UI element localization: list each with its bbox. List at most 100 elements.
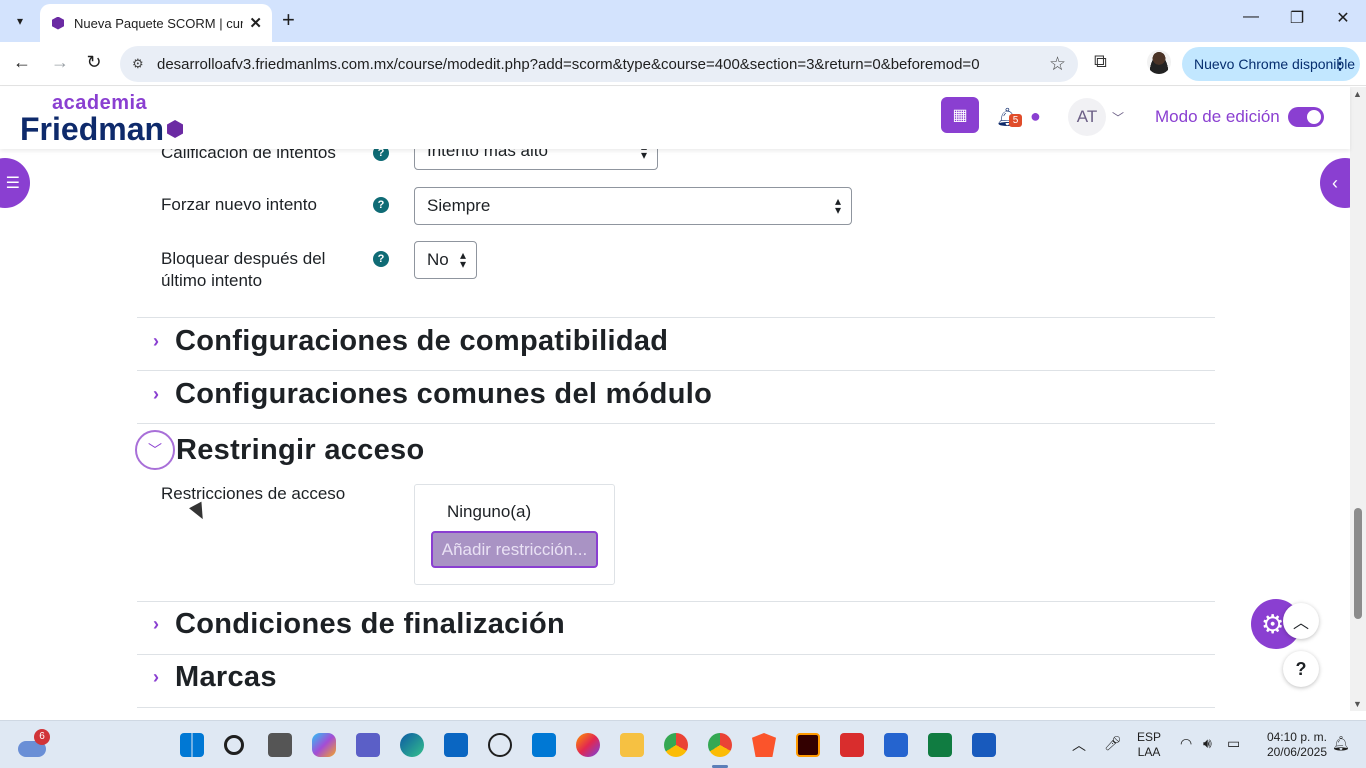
profile-avatar-icon[interactable] [1147, 50, 1171, 74]
section-title: Configuraciones comunes del módulo [175, 378, 713, 410]
edit-mode-label: Modo de edición [1155, 107, 1280, 126]
tab-title: Nueva Paquete SCORM | curso [74, 15, 244, 31]
user-menu-chevron-icon[interactable]: ﹀ [1112, 109, 1124, 126]
chevron-right-icon: › [153, 384, 159, 404]
help-icon[interactable]: ? [373, 149, 389, 161]
task-view-icon[interactable] [268, 733, 292, 757]
new-tab-button[interactable]: + [282, 8, 295, 32]
course-index-drawer-button[interactable]: ☰ [0, 158, 30, 208]
weather-widget[interactable]: 6 [18, 729, 50, 759]
force-new-attempt-value: Siempre [427, 196, 491, 215]
logo-main-text: Friedman [20, 111, 165, 147]
system-clock[interactable]: 04:10 p. m. 20/06/2025 [1257, 730, 1327, 760]
restore-icon[interactable]: ❐ [1282, 8, 1312, 28]
tab-close-icon[interactable]: ✕ [249, 14, 262, 32]
back-arrow-icon[interactable]: ← [10, 52, 34, 73]
scrollbar-thumb[interactable] [1354, 508, 1362, 619]
help-icon[interactable]: ? [373, 251, 389, 267]
logo-main: Friedman [20, 111, 184, 147]
grading-attempts-label: Calificación de intentos [161, 149, 336, 162]
help-fab-button[interactable]: ? [1283, 651, 1319, 687]
bookmark-star-icon[interactable]: ☆ [1049, 53, 1066, 76]
wifi-icon[interactable]: ◠ [1180, 735, 1192, 752]
grading-attempts-select[interactable]: Intento más alto ▴▾ [414, 149, 658, 170]
firefox-icon[interactable] [576, 733, 600, 757]
logo-top-text: academia [52, 92, 148, 114]
battery-icon[interactable]: ▭ [1227, 735, 1240, 752]
close-window-icon[interactable]: ✕ [1328, 8, 1358, 28]
restrictions-none-text: Ninguno(a) [447, 502, 532, 521]
section-title: Configuraciones de compatibilidad [175, 325, 669, 357]
block-drawer-button[interactable]: ‹ [1320, 158, 1350, 208]
grid-icon: ▦ [952, 107, 968, 124]
forward-arrow-icon[interactable]: → [48, 52, 72, 73]
menu-kebab-icon[interactable]: ⋮ [1332, 54, 1348, 74]
chrome-update-label: Nuevo Chrome disponible [1194, 56, 1356, 72]
language-indicator[interactable]: ESP LAA [1137, 730, 1161, 760]
notification-center-icon[interactable]: 🔔︎ [1332, 735, 1350, 752]
back-to-top-button[interactable]: ︿ [1283, 603, 1319, 639]
chevron-up-icon: ︿ [1292, 615, 1309, 632]
file-explorer-icon[interactable] [620, 733, 644, 757]
teams-icon[interactable] [356, 733, 380, 757]
copilot-icon[interactable] [312, 733, 336, 757]
site-info-icon[interactable]: ⚙ [132, 56, 148, 72]
apps-grid-button[interactable]: ▦ [941, 97, 979, 133]
store-icon[interactable] [444, 733, 468, 757]
section-divider [137, 317, 1215, 318]
gear-icon: ⚙ [1261, 608, 1285, 639]
mail-icon[interactable] [532, 733, 556, 757]
clock-date: 20/06/2025 [1266, 745, 1327, 759]
notepad-icon[interactable] [884, 733, 908, 757]
section-title: Restringir acceso [176, 433, 425, 466]
chrome-profile-icon[interactable] [664, 733, 688, 757]
word-icon[interactable] [972, 733, 996, 757]
volume-icon[interactable]: 🔊︎ [1203, 735, 1212, 752]
extensions-puzzle-icon[interactable]: ⧉ [1094, 51, 1107, 72]
user-avatar[interactable]: AT [1068, 98, 1106, 136]
logo-hexagon-icon [167, 120, 184, 138]
dell-icon[interactable] [488, 733, 512, 757]
section-completion-conditions[interactable]: › Condiciones de finalización [137, 608, 565, 641]
notification-count-badge: 5 [1009, 114, 1022, 127]
minimize-icon[interactable]: — [1236, 8, 1266, 26]
address-bar[interactable]: ⚙ desarrolloafv3.friedmanlms.com.mx/cour… [120, 46, 1078, 82]
force-new-attempt-select[interactable]: Siempre ▴ ▾ [414, 187, 852, 225]
hidden-icons-chevron-icon[interactable]: ︿ [1072, 735, 1086, 755]
lock-after-final-attempt-label: Bloquear después del último intento [161, 249, 326, 290]
chrome-icon[interactable] [708, 733, 732, 757]
lock-after-final-attempt-select[interactable]: No ▴ ▾ [414, 241, 477, 279]
section-divider [137, 601, 1215, 602]
edge-icon[interactable] [400, 733, 424, 757]
add-restriction-button[interactable]: Añadir restricción... [431, 531, 598, 568]
clock-time: 04:10 p. m. [1266, 730, 1327, 744]
illustrator-icon[interactable] [796, 733, 820, 757]
excel-icon[interactable] [928, 733, 952, 757]
site-logo[interactable]: academia Friedman [20, 92, 184, 147]
section-common-module[interactable]: › Configuraciones comunes del módulo [137, 378, 712, 411]
section-compatibility[interactable]: › Configuraciones de compatibilidad [137, 325, 668, 358]
url-text: desarrolloafv3.friedmanlms.com.mx/course… [157, 56, 980, 73]
brave-icon[interactable] [752, 733, 776, 757]
reload-icon[interactable]: ↻ [82, 52, 106, 73]
browser-tab-active[interactable]: Nueva Paquete SCORM | curso ✕ [40, 4, 272, 42]
section-restrict-access[interactable]: ﹀ Restringir acceso [135, 430, 425, 470]
microphone-icon[interactable]: 🎤︎ [1104, 735, 1122, 752]
select-caret-icon: ▴▾ [459, 248, 466, 271]
section-tags[interactable]: › Marcas [137, 661, 277, 694]
chevron-right-icon: › [153, 614, 159, 634]
messages-chat-icon[interactable]: ● [1030, 106, 1041, 127]
windows-start-icon[interactable] [180, 733, 204, 757]
scroll-up-icon[interactable]: ▲ [1353, 89, 1362, 99]
chevron-down-icon[interactable]: ﹀ [135, 430, 175, 470]
page-content: ☰ ‹ Calificación de intentos ? Intento m… [0, 149, 1350, 711]
edit-mode-toggle[interactable] [1288, 107, 1324, 127]
acrobat-icon[interactable] [840, 733, 864, 757]
page-scrollbar[interactable]: ▲ ▼ [1350, 87, 1366, 711]
chrome-update-button[interactable]: Nuevo Chrome disponible ⋮ [1182, 47, 1360, 81]
scroll-down-icon[interactable]: ▼ [1353, 699, 1362, 709]
section-title: Condiciones de finalización [175, 608, 565, 640]
search-icon[interactable] [224, 735, 244, 755]
help-icon[interactable]: ? [373, 197, 389, 213]
tab-search-chevron-icon[interactable]: ▾ [6, 8, 34, 34]
